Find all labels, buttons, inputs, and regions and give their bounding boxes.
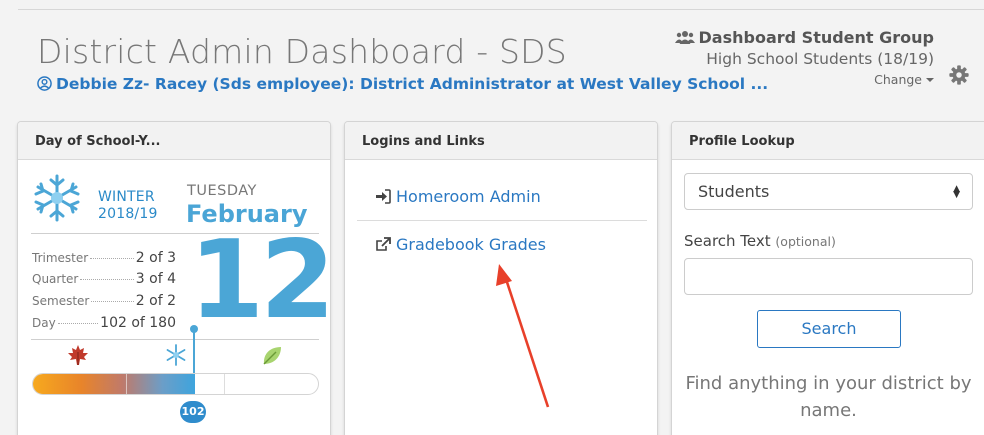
progress-fill	[33, 374, 195, 394]
stat-value: 102 of 180	[100, 315, 176, 331]
group-title-text: Dashboard Student Group	[698, 28, 934, 47]
day-of-school-panel: Day of School-Y... WINTER 2018/19 TUESDA…	[17, 121, 331, 435]
small-snowflake-icon	[166, 344, 186, 366]
user-role-line[interactable]: Debbie Zz- Racey (Sds employee): Distric…	[37, 75, 768, 93]
group-title: Dashboard Student Group	[674, 28, 934, 47]
link-label: Homeroom Admin	[396, 187, 541, 206]
stat-label: Day	[32, 316, 56, 330]
caret-down-icon	[926, 78, 934, 82]
spring-leaf-icon	[263, 347, 281, 365]
annotation-arrow	[496, 264, 550, 408]
season-label: WINTER 2018/19	[98, 189, 158, 223]
day-number: 12	[189, 218, 331, 343]
stat-day: Day 102 of 180	[32, 315, 176, 331]
user-role-text: Debbie Zz- Racey (Sds employee): Distric…	[56, 75, 769, 93]
sign-in-icon	[376, 189, 391, 204]
divider	[31, 339, 319, 340]
stat-quarter: Quarter 3 of 4	[32, 271, 176, 287]
search-button[interactable]: Search	[757, 310, 901, 348]
student-group-selector: Dashboard Student Group High School Stud…	[674, 28, 934, 88]
change-group-dropdown[interactable]: Change	[874, 72, 934, 87]
optional-note: (optional)	[775, 234, 836, 249]
stat-value: 3 of 4	[135, 271, 176, 287]
season-name: WINTER	[98, 189, 155, 205]
search-text-label: Search Text (optional)	[684, 232, 836, 250]
gear-icon[interactable]	[948, 64, 970, 86]
today-marker-line	[193, 329, 195, 375]
school-year: 2018/19	[98, 206, 158, 222]
weekday: TUESDAY	[187, 183, 257, 199]
link-divider	[357, 220, 647, 221]
users-icon	[674, 31, 695, 44]
link-label: Gradebook Grades	[396, 235, 546, 254]
panel-title: Profile Lookup	[672, 122, 984, 160]
select-arrows-icon: ▲ ▼	[953, 184, 960, 200]
group-subtitle: High School Students (18/19)	[706, 50, 934, 68]
stat-label: Trimester	[32, 251, 89, 265]
profile-lookup-panel: Profile Lookup Students ▲ ▼ Search Text (…	[671, 121, 984, 435]
profile-type-select[interactable]: Students ▲ ▼	[684, 173, 973, 210]
panel-title: Day of School-Y...	[18, 122, 330, 160]
page-title: District Admin Dashboard - SDS	[37, 32, 567, 71]
gradebook-grades-link[interactable]: Gradebook Grades	[375, 235, 546, 254]
logins-and-links-panel: Logins and Links Homeroom Admin Gradeboo…	[344, 121, 658, 435]
progress-segment-divider	[126, 374, 127, 394]
external-link-icon	[376, 237, 391, 251]
search-hint: Find anything in your district by name.	[685, 373, 972, 421]
stat-label: Semester	[32, 294, 90, 308]
user-circle-icon	[37, 76, 52, 91]
maple-leaf-icon	[68, 345, 88, 365]
stat-value: 2 of 2	[135, 293, 176, 309]
top-divider	[18, 9, 984, 10]
panel-title: Logins and Links	[345, 122, 657, 160]
search-text-input[interactable]	[684, 258, 973, 295]
stat-label: Quarter	[32, 272, 79, 286]
stat-semester: Semester 2 of 2	[32, 293, 176, 309]
stat-trimester: Trimester 2 of 3	[32, 250, 176, 266]
progress-segment-divider	[224, 374, 225, 394]
school-year-progress	[32, 373, 319, 395]
stat-value: 2 of 3	[135, 250, 176, 266]
homeroom-admin-link[interactable]: Homeroom Admin	[375, 187, 541, 206]
current-day-badge: 102	[180, 401, 206, 423]
select-value: Students	[698, 182, 770, 201]
change-label: Change	[874, 72, 922, 87]
snowflake-icon	[34, 174, 80, 222]
